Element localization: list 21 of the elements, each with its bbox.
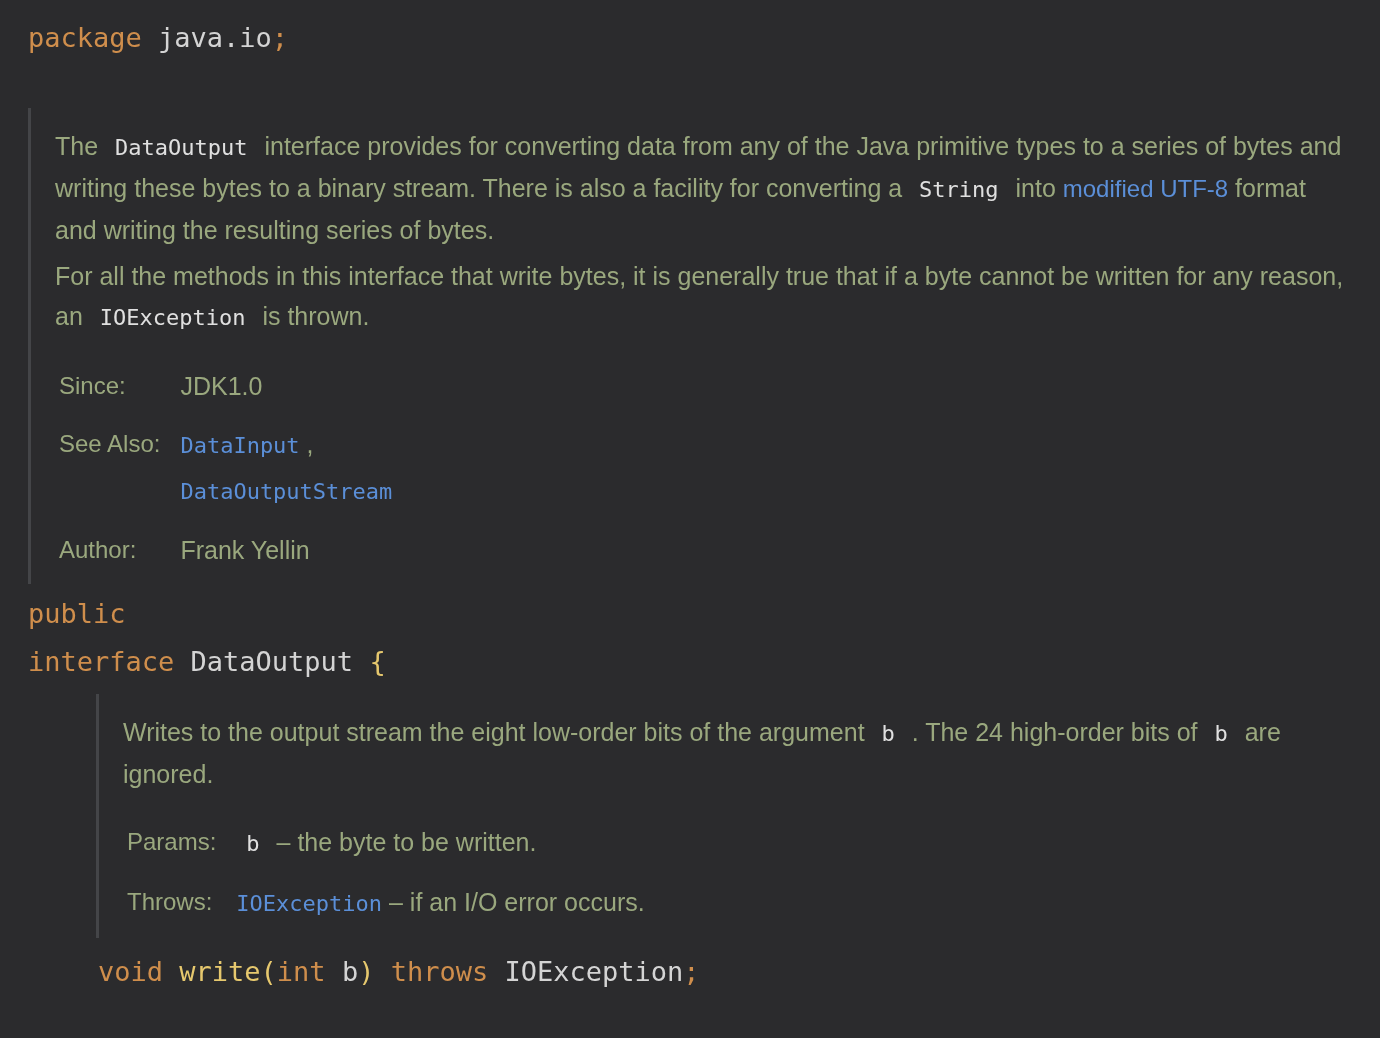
code-line: void write(int b) throws IOException;: [98, 955, 700, 989]
doc-link[interactable]: IOException: [236, 891, 383, 916]
code-line: interface DataOutput {: [28, 645, 386, 679]
doc-link[interactable]: DataInput: [180, 433, 300, 458]
doc-tag-label: Throws:: [127, 887, 214, 917]
doc-link[interactable]: DataOutputStream: [180, 479, 393, 504]
doc-tag-value: IOException – if an I/O error occurs.: [236, 887, 646, 918]
doc-tag-label: Author:: [59, 535, 138, 565]
code-line: package java.io;: [28, 21, 289, 55]
doc-paragraph: For all the methods in this interface that write bytes, it is generally true that if a byte cannot be written for any reason, an IOException is thrown.: [55, 261, 1345, 332]
doc-tag-label: Params:: [127, 827, 217, 857]
doc-tag-value: DataInput ,: [180, 429, 315, 460]
code-line: public: [28, 597, 126, 631]
doc-tag-value: JDK1.0: [180, 371, 264, 402]
doc-tag-value: Frank Yellin: [180, 535, 311, 566]
doc-tag-label: Since:: [59, 371, 127, 401]
doc-link[interactable]: modified UTF-8: [1062, 175, 1229, 202]
doc-paragraph: The DataOutput interface provides for converting data from any of the Java primitive types to a series of bytes and writing these bytes to a binary stream. There is also a facility for converting a String into modified UTF-8 format and writing the resulting series of bytes.: [55, 131, 1343, 246]
doc-tag-value: b – the byte to be written.: [245, 827, 538, 858]
doc-tag-label: See Also:: [59, 429, 161, 459]
doc-paragraph: Writes to the output stream the eight low-order bits of the argument b . The 24 high-order bits of b are ignored.: [123, 717, 1282, 790]
